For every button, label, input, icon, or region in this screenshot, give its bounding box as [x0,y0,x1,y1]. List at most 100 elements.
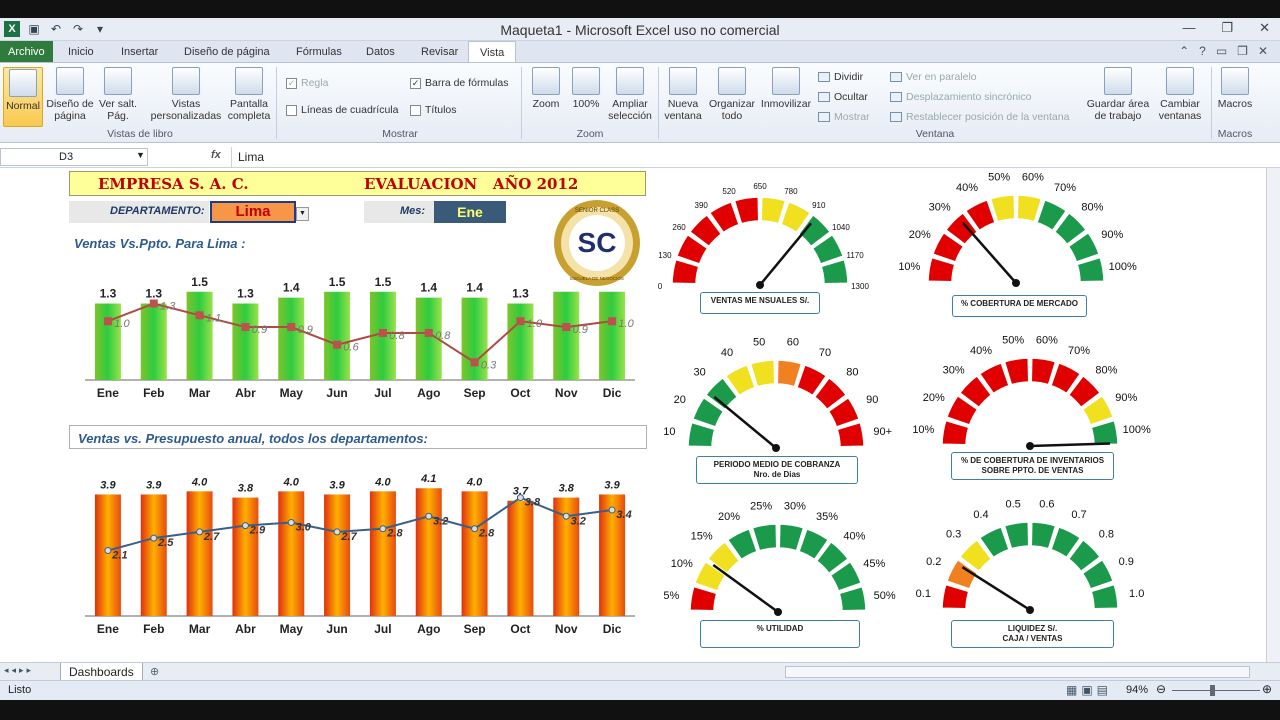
gauge-tick-label: 10% [671,558,693,570]
gauge-tick-label: 60% [1022,171,1044,183]
tab-inicio[interactable]: Inicio [60,44,102,60]
x-tick-label: Ago [417,622,440,636]
new-window-button[interactable]: Nueva ventana [662,67,704,122]
normal-view-button[interactable]: Normal [3,67,43,127]
close-icon[interactable]: ✕ [1259,20,1270,36]
gauge-tick-label: 40% [843,531,865,543]
gauge-label: % DE COBERTURA DE INVENTARIOS SOBRE PPTO… [951,452,1114,480]
freeze-panes-button[interactable]: Inmovilizar [759,67,813,110]
bar-data-label: 3.9 [146,479,162,491]
full-screen-button[interactable]: Pantalla completa [226,67,272,122]
fx-icon[interactable]: fx [211,149,221,161]
gauge-needle [1029,442,1110,448]
tab-archivo[interactable]: Archivo [0,41,53,63]
zoom-out-icon[interactable]: ⊖ [1156,682,1166,696]
zoom-selection-button[interactable]: Ampliar selección [606,67,654,122]
tab-formulas[interactable]: Fórmulas [288,44,350,60]
bar-data-label: 1.4 [420,281,437,295]
chart-all-departments[interactable]: 3.9 Ene 3.9 Feb 4.0 Mar 3.8 Abr 4.0 May 3.9 Jun 4.0 J… [70,450,650,645]
arrange-all-button[interactable]: Organizar todo [706,67,758,122]
new-sheet-icon[interactable]: ⊕ [150,665,159,678]
page-layout-button[interactable]: Diseño de página [45,67,95,122]
tab-diseno[interactable]: Diseño de página [176,44,278,60]
formula-bar-checkbox[interactable]: ✓ Barra de fórmulas [410,77,508,89]
bar-data-label: 3.9 [329,479,345,491]
sheet-tab-dashboards[interactable]: Dashboards [60,663,143,681]
view-mode-icons[interactable]: ▦▣▤ [1066,683,1112,697]
sync-scroll-button[interactable]: Desplazamiento sincrónico [890,91,1031,103]
gauge-label: % UTILIDAD [700,620,860,648]
line-point [287,323,296,332]
split-button[interactable]: Dividir [818,71,863,83]
name-box-dropdown-icon[interactable]: ▼ [136,150,145,160]
collapse-ribbon-icon[interactable]: ⌃ [1179,44,1189,58]
dept-dropdown-icon[interactable]: ▼ [296,207,309,221]
name-box[interactable]: D3 [0,148,148,166]
bar-data-label: 1.4 [283,281,300,295]
gauge-tick-label: 70% [1054,182,1076,194]
gauge-label: PERIODO MEDIO DE COBRANZA Nro. de Dias [696,456,858,484]
macros-button[interactable]: Macros [1215,67,1255,110]
doc-minimize-icon[interactable]: ▭ [1216,44,1227,58]
x-tick-label: Jun [326,386,347,400]
gauge-label: VENTAS ME NSUALES S/. [700,292,820,314]
zoom-slider[interactable] [1172,690,1260,691]
line-point [150,534,158,542]
zoom-100-button[interactable]: 100% [568,67,604,110]
tab-datos[interactable]: Datos [358,44,403,60]
bar-data-label: 3.8 [238,483,254,495]
help-icon[interactable]: ? [1199,44,1206,58]
dept-select[interactable]: Lima [210,201,296,223]
gauge-hub [772,444,780,452]
minimize-icon[interactable]: — [1182,20,1195,36]
zoom-level[interactable]: 94% [1126,684,1148,696]
bar-data-label: 1.5 [191,275,208,289]
switch-windows-button[interactable]: Cambiar ventanas [1152,67,1208,122]
line-point [196,528,204,536]
line-data-label: 0.9 [298,324,313,336]
x-tick-label: Mar [189,622,211,636]
x-tick-label: Ago [417,386,440,400]
excel-window: X ▣ ↶ ↷ ▾ Maqueta1 - Microsoft Excel uso… [0,0,1280,720]
gauge-tick-label: 10% [898,261,920,273]
reset-position-button[interactable]: Restablecer posición de la ventana [890,111,1069,123]
headings-checkbox[interactable]: Títulos [410,104,457,116]
line-data-label: 1.0 [114,318,130,330]
tab-vista[interactable]: Vista [468,41,517,64]
hide-button[interactable]: Ocultar [818,91,868,103]
sheet-nav-icon[interactable]: ◂◂▸▸ [4,665,34,676]
group-ventana: Ventana [915,128,955,140]
custom-views-button[interactable]: Vistas personalizadas [148,67,224,122]
bar [140,303,167,380]
maximize-icon[interactable]: ❐ [1221,20,1233,36]
line-data-label: 2.8 [386,528,403,540]
line-point [608,317,617,326]
month-value[interactable]: Ene [434,201,506,223]
side-by-side-button[interactable]: Ver en paralelo [890,71,977,83]
formula-input[interactable]: Lima [231,147,1267,167]
zoom-button[interactable]: Zoom [528,67,564,110]
chart-lima[interactable]: 1.3 Ene 1.3 Feb 1.5 Mar 1.3 Abr 1.4 May 1.5 Jun 1.5 J… [70,250,650,405]
gauge-tick-label: 780 [784,187,798,196]
zoom-in-icon[interactable]: ⊕ [1262,682,1272,696]
group-vistas: Vistas de libro [107,128,173,140]
dashboard-header: EMPRESA S. A. C. EVALUACION AÑO 2012 [69,171,646,196]
title-bar: X ▣ ↶ ↷ ▾ Maqueta1 - Microsoft Excel uso… [0,18,1280,41]
tab-revisar[interactable]: Revisar [413,44,466,60]
unhide-button[interactable]: Mostrar [818,111,870,123]
line-data-label: 2.7 [203,531,220,543]
gridlines-checkbox[interactable]: Líneas de cuadrícula [286,104,398,116]
zoom-slider-thumb[interactable] [1210,685,1215,696]
horizontal-scrollbar[interactable] [785,666,1250,678]
save-workspace-button[interactable]: Guardar área de trabajo [1084,67,1152,122]
doc-close-icon[interactable]: ✕ [1258,44,1268,58]
gauge-tick-label: 30% [943,365,965,377]
full-screen-icon [235,67,263,95]
doc-restore-icon[interactable]: ❐ [1237,44,1248,58]
page-break-button[interactable]: Ver salt. Pág. [97,67,139,122]
tab-insertar[interactable]: Insertar [113,44,166,60]
gauge-tick-label: 20% [909,229,931,241]
line-data-label: 1.3 [160,301,176,313]
split-icon [818,72,830,82]
ruler-checkbox[interactable]: ✓ Regla [286,77,328,89]
